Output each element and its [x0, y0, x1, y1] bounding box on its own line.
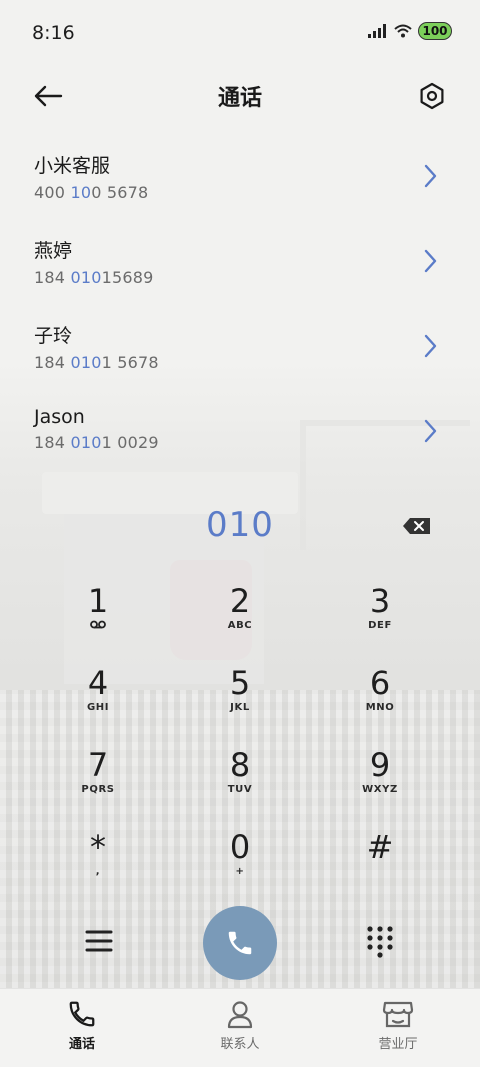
contact-item[interactable]: 燕婷 184 01015689	[0, 219, 480, 304]
tab-calls[interactable]: 通话	[2, 999, 162, 1052]
page-title: 通话	[217, 86, 262, 111]
wifi-icon	[394, 24, 412, 38]
status-time: 8:16	[32, 22, 75, 44]
phone-icon	[228, 931, 252, 955]
battery-icon: 100	[418, 22, 452, 40]
key-5[interactable]: 5 JKL	[180, 664, 300, 734]
contact-item[interactable]: 小米客服 400 100 5678	[0, 134, 480, 219]
chevron-right-icon[interactable]	[420, 162, 440, 190]
bottom-tab-bar: 通话 联系人 营业厅	[0, 988, 480, 1067]
dialpad-icon[interactable]	[364, 924, 396, 958]
key-4[interactable]: 4 GHI	[38, 664, 158, 734]
key-9[interactable]: 9 WXYZ	[320, 746, 440, 816]
signal-icon	[368, 24, 388, 38]
key-1[interactable]: 1	[38, 582, 158, 652]
contact-number: 400 100 5678	[34, 183, 149, 202]
status-icons: 100	[368, 22, 452, 40]
call-button[interactable]	[203, 906, 277, 980]
tab-contacts[interactable]: 联系人	[160, 999, 320, 1052]
store-icon	[382, 1001, 414, 1028]
voicemail-icon	[90, 620, 106, 629]
phone-icon	[69, 1001, 95, 1027]
key-7[interactable]: 7 PQRS	[38, 746, 158, 816]
key-8[interactable]: 8 TUV	[180, 746, 300, 816]
chevron-right-icon[interactable]	[420, 247, 440, 275]
contact-item[interactable]: Jason 184 0101 0029	[0, 389, 480, 474]
status-bar: 8:16 100	[0, 0, 480, 68]
key-hash[interactable]: #	[320, 828, 440, 898]
contact-item[interactable]: 子玲 184 0101 5678	[0, 304, 480, 389]
header: 通话	[0, 68, 480, 124]
backspace-icon[interactable]	[402, 516, 432, 536]
contact-number: 184 01015689	[34, 268, 154, 287]
settings-hexagon-icon	[420, 82, 444, 110]
key-0[interactable]: 0 +	[180, 828, 300, 898]
contact-number: 184 0101 0029	[34, 433, 159, 452]
key-6[interactable]: 6 MNO	[320, 664, 440, 734]
tab-service-hall[interactable]: 营业厅	[318, 999, 478, 1052]
chevron-right-icon[interactable]	[420, 417, 440, 445]
person-icon	[227, 1001, 253, 1029]
settings-button[interactable]	[414, 78, 450, 114]
contact-results: 小米客服 400 100 5678 燕婷 184 01015689 子玲 184…	[0, 134, 480, 474]
key-2[interactable]: 2 ABC	[180, 582, 300, 652]
dialer-actions	[0, 904, 480, 980]
key-3[interactable]: 3 DEF	[320, 582, 440, 652]
contact-name: Jason	[34, 406, 85, 428]
chevron-right-icon[interactable]	[420, 332, 440, 360]
contact-name: 燕婷	[34, 240, 73, 262]
menu-icon[interactable]	[82, 926, 116, 956]
contact-number: 184 0101 5678	[34, 353, 159, 372]
contact-name: 子玲	[34, 325, 73, 347]
key-star[interactable]: * ,	[38, 828, 158, 898]
contact-name: 小米客服	[34, 155, 111, 177]
